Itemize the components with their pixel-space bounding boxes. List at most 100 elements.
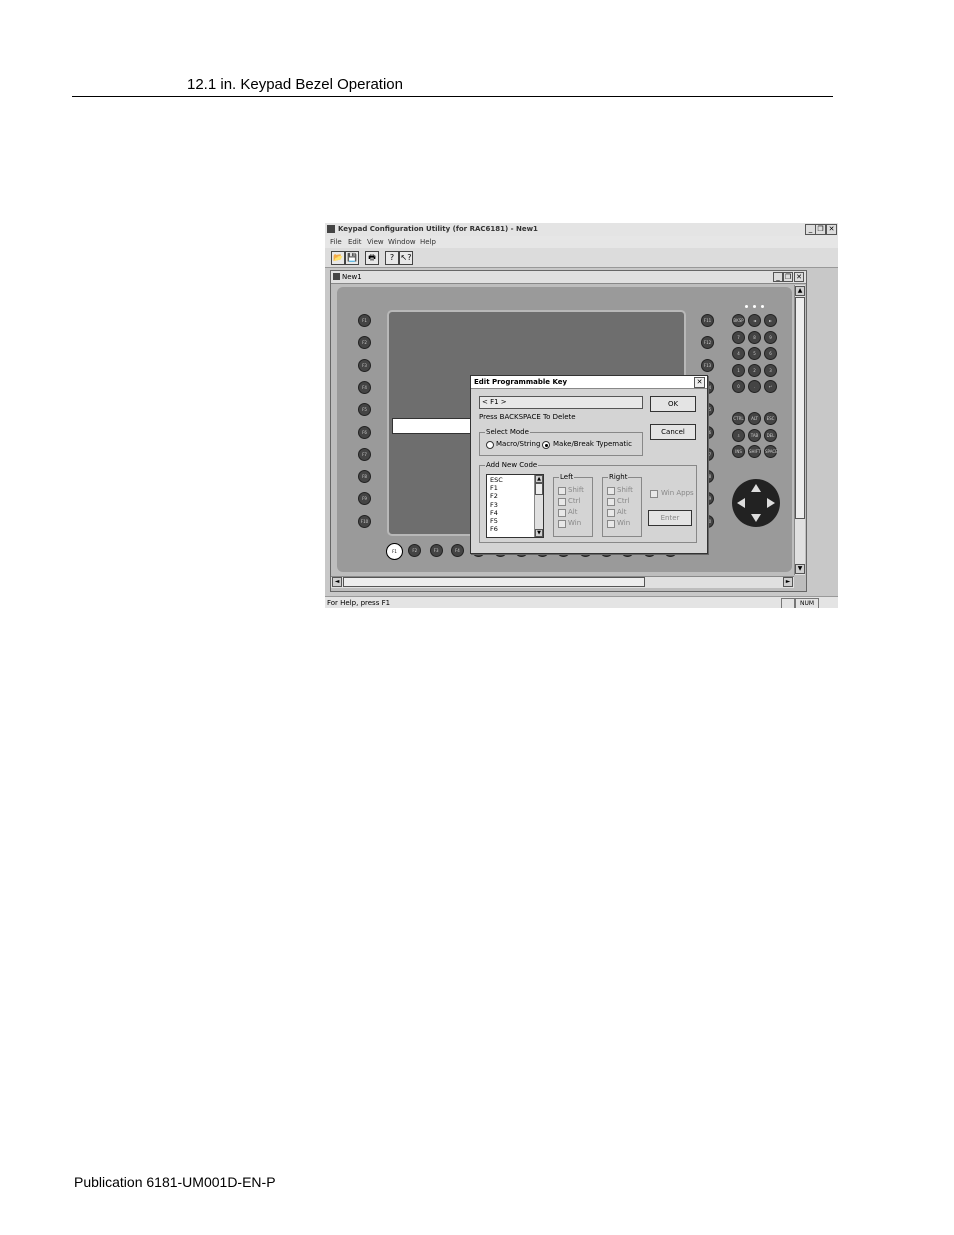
ok-button[interactable]: OK	[650, 396, 696, 412]
edit-programmable-key-dialog: Edit Programmable Key ✕ < F1 > OK Cancel…	[470, 375, 708, 554]
menu-help[interactable]: Help	[420, 238, 436, 246]
code-listbox[interactable]: ESC F1 F2 F3 F4 F5 F6 ▲ ▼	[486, 474, 544, 538]
right-ctrl-label: Ctrl	[617, 497, 630, 505]
scroll-down-arrow[interactable]: ▼	[795, 564, 805, 574]
close-button[interactable]: ✕	[826, 224, 837, 235]
listbox-thumb[interactable]	[535, 483, 543, 495]
vertical-scrollbar[interactable]: ▲ ▼	[794, 285, 805, 575]
dialog-close-icon[interactable]: ✕	[694, 377, 705, 388]
special-key[interactable]: TAB	[748, 428, 761, 442]
horizontal-scrollbar[interactable]: ◄ ►	[331, 576, 794, 588]
enter-button[interactable]: Enter	[648, 510, 692, 526]
numpad-key[interactable]: 4	[732, 347, 745, 360]
left-win-checkbox[interactable]	[558, 520, 566, 528]
bezel-bottom-key-f4[interactable]: F4	[450, 544, 464, 557]
special-key[interactable]: SPACE	[764, 445, 778, 458]
numpad-key[interactable]: 1	[732, 363, 745, 377]
numpad-key[interactable]: BKSP	[732, 314, 745, 327]
restore-button[interactable]: ❐	[815, 224, 826, 235]
list-item[interactable]: F5	[490, 517, 498, 525]
numpad-key[interactable]: 0	[732, 380, 745, 393]
right-ctrl-checkbox[interactable]	[607, 498, 615, 506]
numpad-key[interactable]: 2	[748, 363, 761, 377]
special-key[interactable]: ⇩	[732, 428, 745, 442]
bezel-key-f11[interactable]: F11	[701, 314, 714, 327]
numpad-key[interactable]: 3	[764, 363, 777, 377]
bezel-key-f1[interactable]: F1	[358, 314, 371, 327]
list-item[interactable]: F6	[490, 525, 498, 533]
app-title: Keypad Configuration Utility (for RAC618…	[338, 225, 538, 233]
doc-maximize-button[interactable]: ❐	[783, 272, 793, 282]
listbox-down-arrow[interactable]: ▼	[535, 529, 543, 537]
special-key[interactable]: INS	[732, 445, 745, 458]
numpad-key[interactable]: 9	[764, 330, 777, 344]
make-break-typematic-radio[interactable]	[542, 441, 550, 449]
left-group-label: Left	[559, 473, 575, 481]
listbox-scrollbar[interactable]: ▲ ▼	[534, 475, 543, 537]
scroll-left-arrow[interactable]: ◄	[332, 577, 342, 587]
left-shift-checkbox[interactable]	[558, 487, 566, 495]
bezel-bottom-key-f3[interactable]: F3	[429, 544, 443, 557]
left-win-label: Win	[568, 519, 582, 527]
left-modifier-group: Left Shift Ctrl Alt Win	[553, 473, 593, 537]
bezel-key-f9[interactable]: F9	[358, 492, 371, 506]
key-code-field[interactable]: < F1 >	[479, 396, 643, 409]
menu-edit[interactable]: Edit	[348, 238, 362, 246]
list-item[interactable]: F3	[490, 501, 498, 509]
numpad-key[interactable]: 7	[732, 330, 745, 344]
numpad-key[interactable]: ◄	[748, 314, 761, 327]
bezel-bottom-key-f1[interactable]: F1	[386, 543, 403, 560]
open-icon[interactable]: 📂	[331, 251, 345, 265]
list-item[interactable]: F4	[490, 509, 498, 517]
bezel-bottom-key-f2[interactable]: F2	[408, 544, 422, 557]
listbox-up-arrow[interactable]: ▲	[535, 475, 543, 483]
numpad-key[interactable]: 8	[748, 330, 761, 344]
bezel-key-f10[interactable]: F10	[358, 514, 371, 528]
horizontal-scroll-thumb[interactable]	[343, 577, 645, 587]
macro-string-radio[interactable]	[486, 441, 494, 449]
special-key[interactable]: ALT	[748, 412, 761, 425]
bezel-key-f7[interactable]: F7	[358, 447, 371, 461]
menu-window[interactable]: Window	[388, 238, 416, 246]
left-ctrl-checkbox[interactable]	[558, 498, 566, 506]
menu-view[interactable]: View	[367, 238, 384, 246]
vertical-scroll-thumb[interactable]	[795, 297, 805, 519]
special-key[interactable]: ESC	[764, 412, 777, 425]
cancel-button[interactable]: Cancel	[650, 424, 696, 440]
numpad-key[interactable]: ↵	[764, 380, 777, 393]
special-key[interactable]: DEL	[764, 428, 777, 442]
list-item[interactable]: ESC	[490, 476, 503, 484]
left-alt-checkbox[interactable]	[558, 509, 566, 517]
bezel-key-f12[interactable]: F12	[701, 336, 714, 350]
bezel-key-f13[interactable]: F13	[701, 358, 714, 372]
numpad-key[interactable]: 6	[764, 347, 777, 360]
right-shift-checkbox[interactable]	[607, 487, 615, 495]
bezel-key-f2[interactable]: F2	[358, 336, 371, 350]
save-icon[interactable]: 💾	[345, 251, 359, 265]
bezel-key-f6[interactable]: F6	[358, 425, 371, 439]
doc-minimize-button[interactable]: _	[773, 272, 783, 282]
win-apps-checkbox[interactable]	[650, 490, 658, 498]
numpad-key[interactable]: .	[748, 380, 761, 393]
scroll-up-arrow[interactable]: ▲	[795, 286, 805, 296]
cursor-pad[interactable]	[732, 479, 780, 527]
bezel-key-f3[interactable]: F3	[358, 358, 371, 372]
bezel-key-f5[interactable]: F5	[358, 403, 371, 417]
help-icon[interactable]: ?	[385, 251, 399, 265]
special-key[interactable]: CTRL	[732, 412, 745, 425]
numpad-key[interactable]: ►	[764, 314, 777, 327]
scroll-right-arrow[interactable]: ►	[783, 577, 793, 587]
right-win-checkbox[interactable]	[607, 520, 615, 528]
special-key[interactable]: SHIFT	[748, 445, 761, 458]
context-help-icon[interactable]: ↖?	[399, 251, 413, 265]
numpad-key[interactable]: 5	[748, 347, 761, 360]
print-icon[interactable]: 🖶	[365, 251, 379, 265]
doc-close-button[interactable]: ✕	[794, 272, 804, 282]
list-item[interactable]: F2	[490, 492, 498, 500]
list-item[interactable]: F1	[490, 484, 498, 492]
document-titlebar: New1 _ ❐ ✕	[331, 271, 806, 284]
right-alt-checkbox[interactable]	[607, 509, 615, 517]
bezel-key-f4[interactable]: F4	[358, 380, 371, 394]
menu-file[interactable]: File	[330, 238, 342, 246]
bezel-key-f8[interactable]: F8	[358, 470, 371, 484]
